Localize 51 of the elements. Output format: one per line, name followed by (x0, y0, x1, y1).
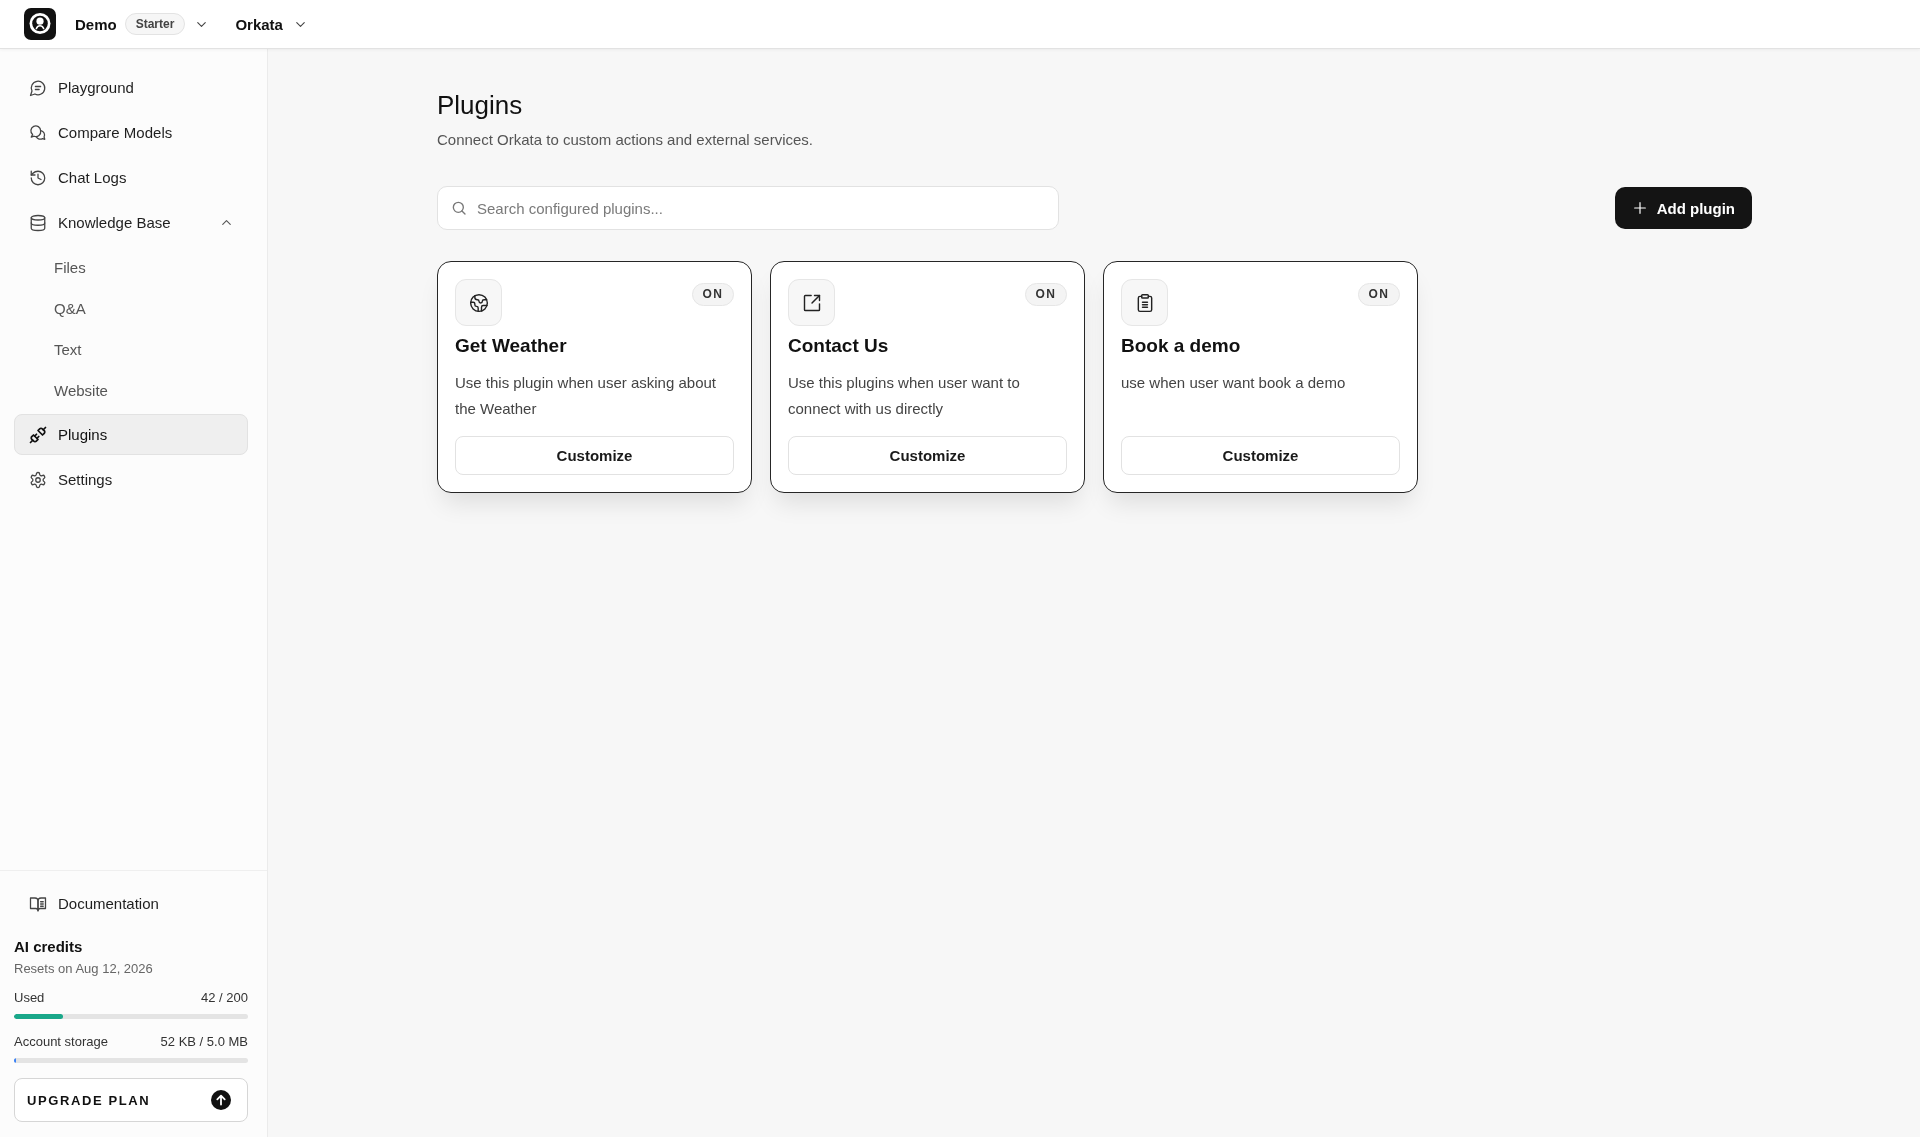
meter-label: Account storage (14, 1033, 108, 1051)
status-badge: ON (1024, 283, 1067, 306)
history-icon (29, 168, 47, 187)
plugin-title: Book a demo (1121, 334, 1242, 358)
upgrade-plan-button[interactable]: UPGRADE PLAN (14, 1078, 248, 1122)
sidebar-item[interactable]: Settings (14, 459, 248, 500)
book-icon (29, 894, 47, 913)
logo-icon[interactable] (24, 8, 56, 40)
sidebar-subitem[interactable]: Files (14, 247, 248, 288)
plugin-description: use when user want book a demo (1121, 373, 1347, 393)
plugin-description: Use this plugin when user asking about the Weather (455, 373, 717, 419)
plugin-title: Contact Us (788, 334, 890, 358)
sidebar-subitem[interactable]: Q&A (14, 288, 248, 329)
project-switcher[interactable]: Orkata (235, 15, 308, 33)
meter-label: Used (14, 989, 45, 1007)
status-badge: ON (1357, 283, 1400, 306)
database-icon (29, 213, 47, 232)
chat-bubbles-icon (29, 123, 47, 142)
sidebar-item[interactable]: Chat Logs (14, 157, 248, 198)
plugin-description: Use this plugins when user want to connect with us directly (788, 373, 1021, 419)
status-badge: ON (691, 283, 734, 306)
meter-reading: 52 KB / 5.0 MB (160, 1033, 248, 1051)
plan-badge: Starter (124, 13, 186, 35)
search-icon (451, 200, 467, 216)
plug-icon (29, 425, 47, 444)
credits-title: AI credits (14, 937, 84, 957)
sidebar-item[interactable]: Playground (14, 67, 248, 108)
customize-button[interactable]: Customize (1121, 436, 1400, 475)
plugin-title: Get Weather (455, 334, 568, 358)
settings-icon (29, 470, 47, 489)
add-plugin-button[interactable]: Add plugin (1614, 187, 1752, 229)
external-link-icon (788, 279, 835, 326)
globe-icon (455, 279, 502, 326)
customize-button[interactable]: Customize (455, 436, 734, 475)
search-field[interactable]: Search configured plugins... (437, 186, 1059, 230)
sidebar-subitem[interactable]: Website (14, 370, 248, 411)
sidebar-subitem[interactable]: Text (14, 329, 248, 370)
sidebar-item[interactable]: Plugins (14, 414, 248, 455)
plus-icon (1631, 200, 1648, 216)
credits-reset-note: Resets on Aug 12, 2026 (14, 960, 154, 978)
page-title: Plugins (437, 89, 523, 121)
meter-reading: 42 / 200 (201, 989, 248, 1007)
page-subtitle: Connect Orkata to custom actions and external services. (437, 130, 813, 150)
sidebar-item[interactable]: Knowledge Base (14, 202, 248, 243)
arrow-up-icon (211, 1090, 231, 1110)
clipboard-icon (1121, 279, 1168, 326)
workspace-name: Demo (75, 15, 117, 33)
sidebar-item[interactable]: Compare Models (14, 112, 248, 153)
customize-button[interactable]: Customize (788, 436, 1067, 475)
documentation-link[interactable]: Documentation (14, 883, 248, 924)
chat-bubble-icon (29, 78, 47, 97)
